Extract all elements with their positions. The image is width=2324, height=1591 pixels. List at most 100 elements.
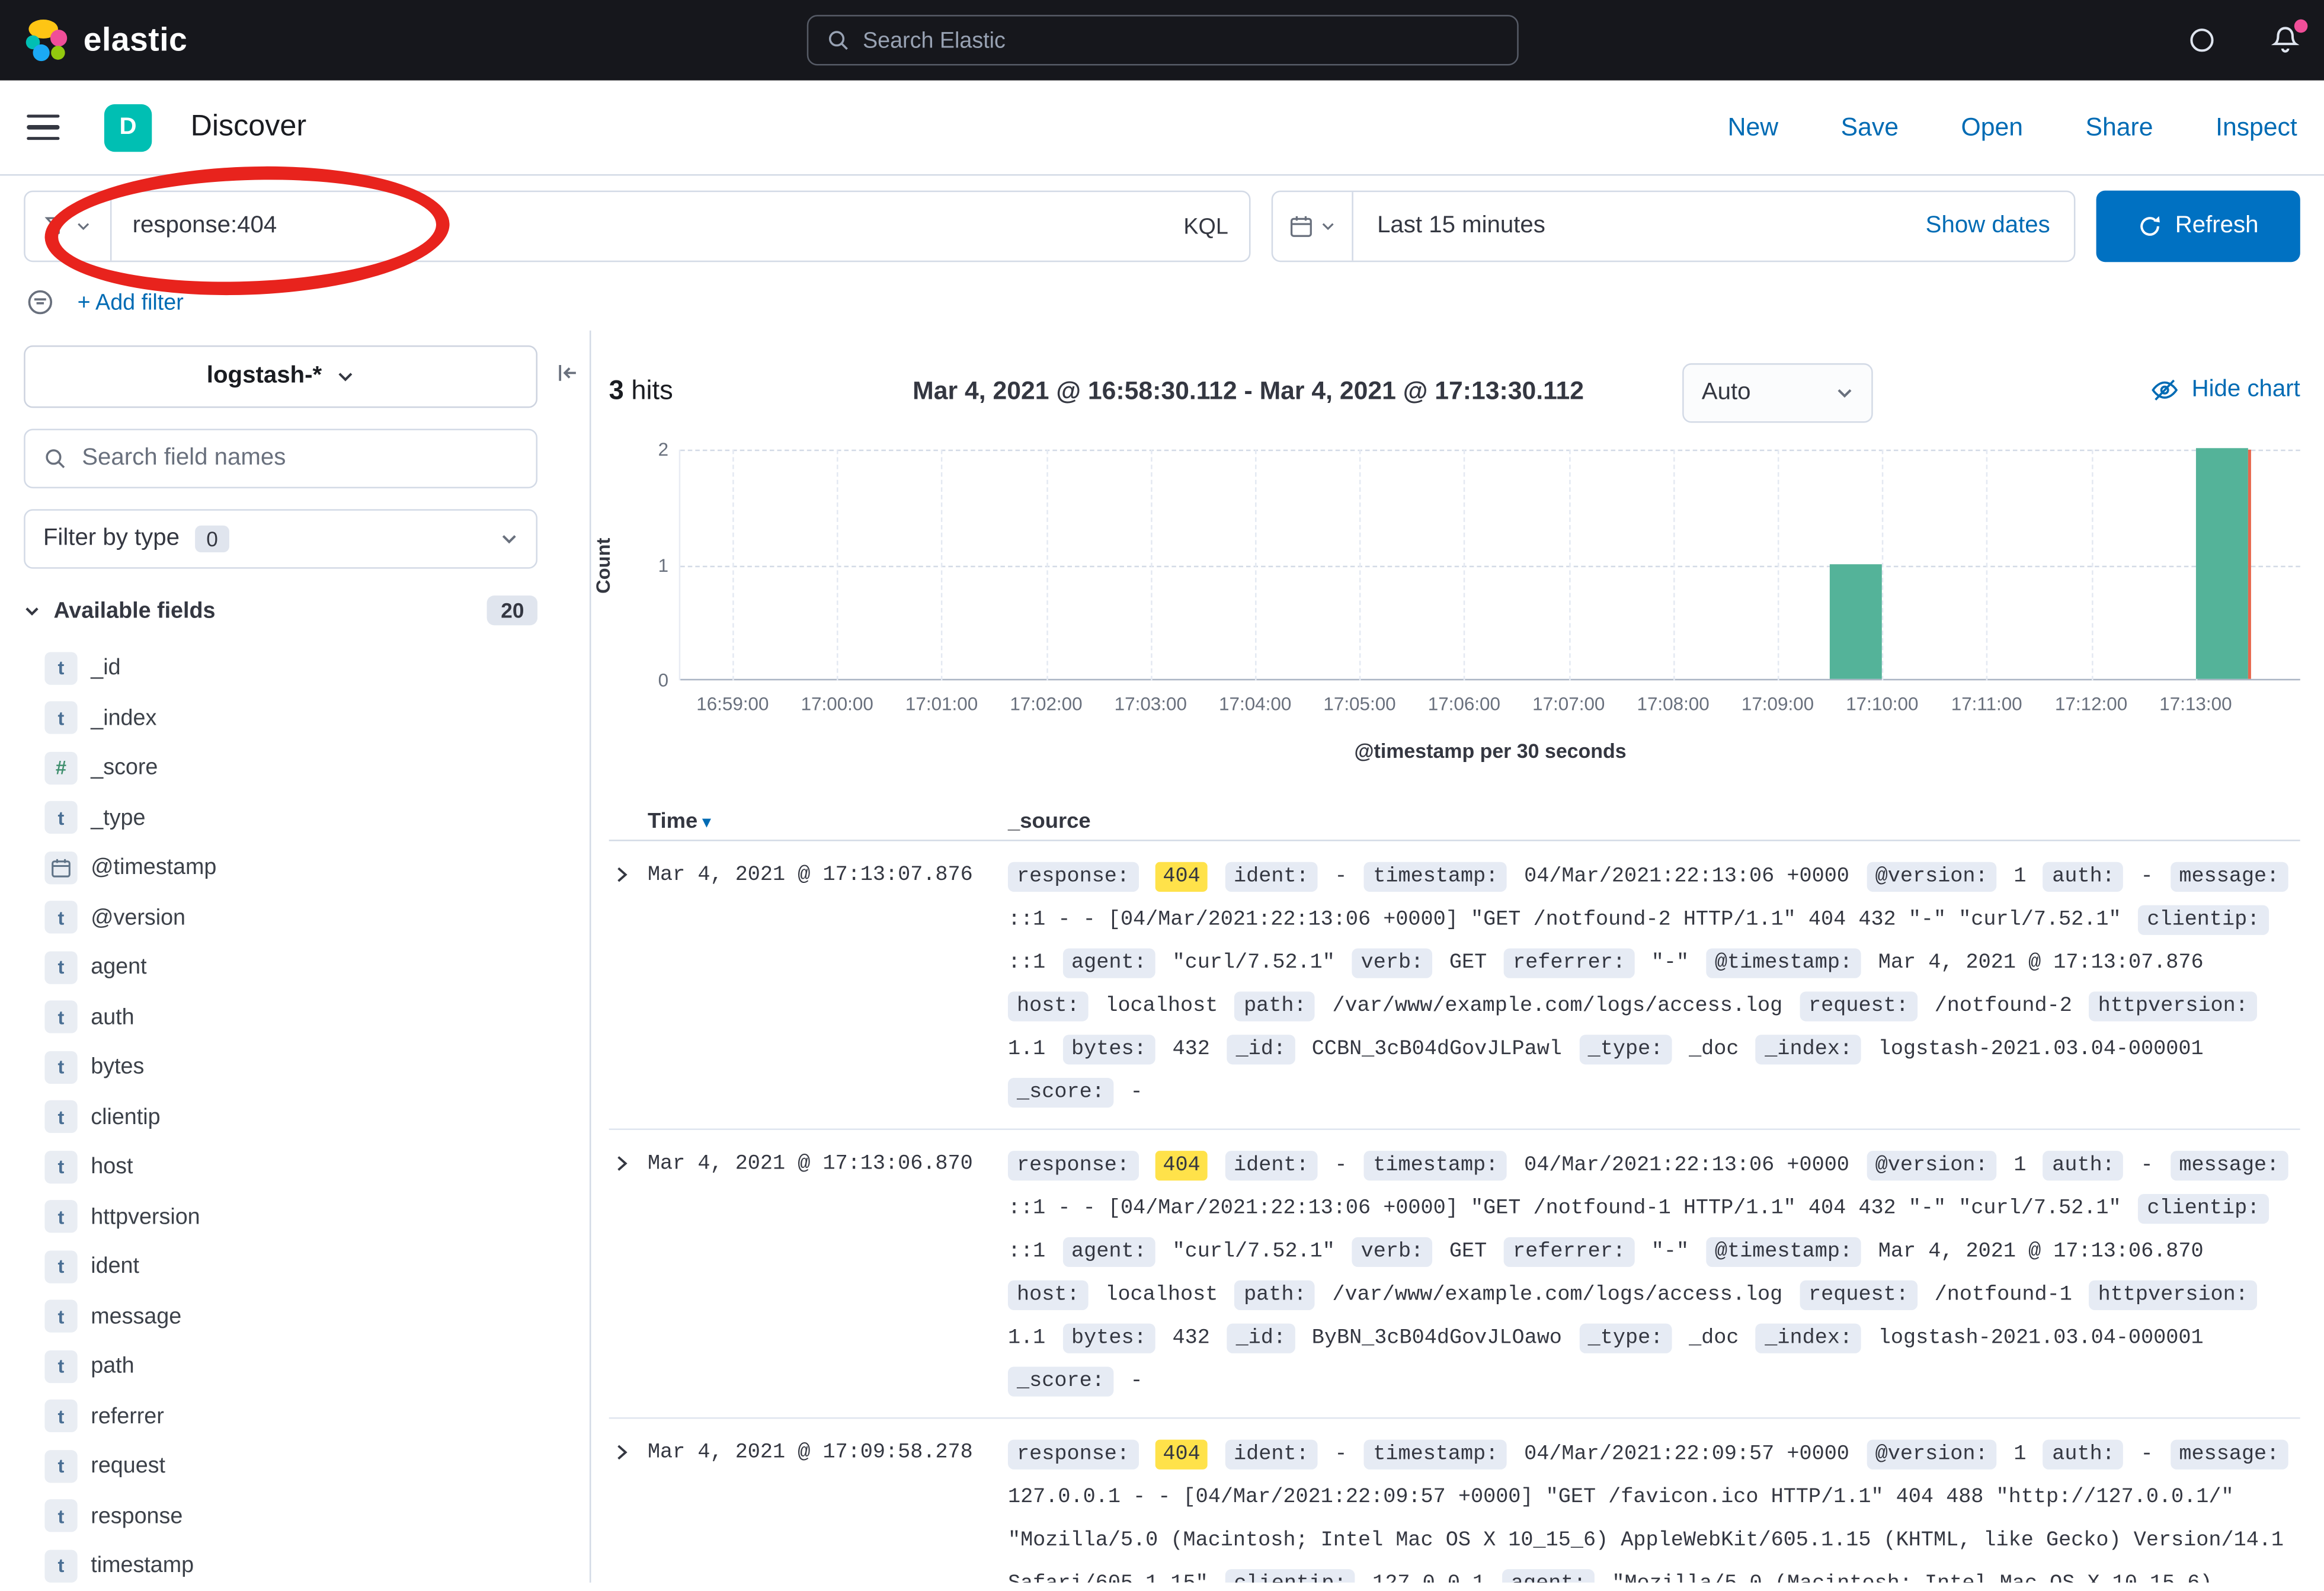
field-item-host[interactable]: thost <box>24 1142 537 1192</box>
source-value: Mar 4, 2021 @ 17:13:07.876 <box>1878 951 2204 975</box>
field-item-clientip[interactable]: tclientip <box>24 1092 537 1142</box>
filter-bar: + Add filter <box>27 283 184 321</box>
field-item-message[interactable]: tmessage <box>24 1292 537 1342</box>
field-item-timestamp[interactable]: @timestamp <box>24 843 537 892</box>
column-header-time[interactable]: Time▾ <box>648 809 1008 833</box>
source-field-key: _index: <box>1756 1324 1861 1353</box>
source-value: GET <box>1449 951 1487 975</box>
source-value: 1.1 <box>1008 1327 1045 1350</box>
kql-language-button[interactable]: KQL <box>1183 214 1228 239</box>
field-name: bytes <box>91 1054 144 1080</box>
appbar-action-inspect[interactable]: Inspect <box>2216 113 2297 142</box>
appbar-action-save[interactable]: Save <box>1841 113 1899 142</box>
source-value: _doc <box>1689 1038 1739 1061</box>
field-item-auth[interactable]: tauth <box>24 993 537 1042</box>
source-value: _doc <box>1689 1327 1739 1350</box>
histogram-bar[interactable] <box>2195 448 2248 678</box>
field-type-string-icon: t <box>44 1201 77 1233</box>
source-value: - <box>2141 865 2153 889</box>
source-field-key: path: <box>1235 1281 1315 1310</box>
field-item-version[interactable]: t@version <box>24 892 537 942</box>
appbar-action-share[interactable]: Share <box>2086 113 2153 142</box>
source-field-key: message: <box>2170 1440 2288 1470</box>
source-field-key: request: <box>1800 1281 1918 1310</box>
source-field-key: timestamp: <box>1364 862 1507 892</box>
field-item-path[interactable]: tpath <box>24 1342 537 1391</box>
source-field-key: timestamp: <box>1364 1440 1507 1470</box>
source-value: CCBN_3cB04dGovJLPawl <box>1312 1038 1562 1061</box>
source-value: - <box>2141 1443 2153 1467</box>
help-icon[interactable] <box>2187 25 2217 55</box>
index-pattern-select[interactable]: logstash-* <box>24 345 537 408</box>
expand-row-button[interactable] <box>609 1434 648 1462</box>
hide-chart-button[interactable]: Hide chart <box>2152 377 2300 404</box>
add-filter-button[interactable]: + Add filter <box>78 290 184 315</box>
query-input[interactable]: response:404 KQL <box>24 191 1250 263</box>
show-dates-button[interactable]: Show dates <box>1926 213 2050 239</box>
field-search-input[interactable]: Search field names <box>24 429 537 489</box>
time-range-value[interactable]: Last 15 minutes <box>1377 213 1545 239</box>
field-search-placeholder: Search field names <box>82 445 286 472</box>
available-fields-header[interactable]: Available fields 20 <box>24 596 537 625</box>
interval-select[interactable]: Auto <box>1682 363 1873 423</box>
field-item-type[interactable]: t_type <box>24 793 537 843</box>
v-gridline <box>1360 450 1362 680</box>
expand-row-button[interactable] <box>609 856 648 885</box>
refresh-button[interactable]: Refresh <box>2096 191 2300 263</box>
source-field-key: clientip: <box>2138 905 2268 935</box>
saved-queries-icon <box>44 215 68 238</box>
filter-icon[interactable] <box>27 289 53 315</box>
field-item-httpversion[interactable]: thttpversion <box>24 1192 537 1241</box>
source-field-key: _id: <box>1227 1324 1295 1353</box>
field-item-index[interactable]: t_index <box>24 693 537 743</box>
source-value: 04/Mar/2021:22:13:06 +0000 <box>1524 865 1849 889</box>
field-item-request[interactable]: trequest <box>24 1441 537 1491</box>
field-item-response[interactable]: tresponse <box>24 1491 537 1541</box>
field-item-id[interactable]: t_id <box>24 643 537 693</box>
source-value: 1 <box>2014 1443 2026 1467</box>
field-name: host <box>91 1154 133 1180</box>
quick-select-time-button[interactable] <box>1273 192 1353 261</box>
field-item-ident[interactable]: tident <box>24 1241 537 1291</box>
menu-icon[interactable] <box>27 114 59 140</box>
x-tick-label: 17:11:00 <box>1951 694 2022 715</box>
global-search-input[interactable]: Search Elastic <box>806 15 1518 65</box>
field-item-bytes[interactable]: tbytes <box>24 1042 537 1092</box>
chevron-down-icon <box>24 602 40 619</box>
source-value: "curl/7.52.1" <box>1172 951 1334 975</box>
source-value: 432 <box>1172 1038 1209 1061</box>
field-item-score[interactable]: #_score <box>24 743 537 793</box>
source-field-key: referrer: <box>1504 1237 1634 1267</box>
field-item-agent[interactable]: tagent <box>24 942 537 992</box>
saved-queries-button[interactable] <box>25 192 112 261</box>
source-highlight: 404 <box>1155 1440 1208 1470</box>
chart-time-range: Mar 4, 2021 @ 16:58:30.112 - Mar 4, 2021… <box>913 377 1584 406</box>
elastic-logo[interactable]: elastic <box>24 18 187 62</box>
source-field-key: bytes: <box>1062 1035 1155 1064</box>
field-name: agent <box>91 955 146 980</box>
source-value: "curl/7.52.1" <box>1172 1240 1334 1264</box>
interval-value: Auto <box>1702 380 1751 406</box>
field-name: ident <box>91 1254 139 1279</box>
field-item-referrer[interactable]: treferrer <box>24 1391 537 1441</box>
appbar-action-open[interactable]: Open <box>1961 113 2024 142</box>
source-value: ::1 - - [04/Mar/2021:22:13:06 +0000] "GE… <box>1008 1197 2121 1221</box>
documents-table: Time▾ _source Mar 4, 2021 @ 17:13:07.876… <box>609 802 2300 1583</box>
histogram-bar[interactable] <box>1830 564 1882 679</box>
source-field-key: timestamp: <box>1364 1151 1507 1180</box>
x-tick-label: 17:10:00 <box>1846 694 1918 715</box>
field-type-string-icon: t <box>44 901 77 934</box>
alerts-bell-icon[interactable] <box>2271 25 2300 55</box>
source-value: Mar 4, 2021 @ 17:13:06.870 <box>1878 1240 2204 1264</box>
field-name: clientip <box>91 1105 160 1130</box>
expand-row-button[interactable] <box>609 1145 648 1173</box>
field-item-timestamp[interactable]: ttimestamp <box>24 1541 537 1590</box>
filter-by-type-select[interactable]: Filter by type 0 <box>24 509 537 569</box>
source-value: localhost <box>1105 1283 1218 1307</box>
source-field-key: ident: <box>1225 1151 1318 1180</box>
source-value: - <box>1131 1370 1143 1394</box>
appbar-action-new[interactable]: New <box>1728 113 1778 142</box>
collapse-sidebar-icon[interactable] <box>555 360 581 386</box>
source-field-key: ident: <box>1225 862 1318 892</box>
discover-app-badge[interactable]: D <box>104 104 152 151</box>
